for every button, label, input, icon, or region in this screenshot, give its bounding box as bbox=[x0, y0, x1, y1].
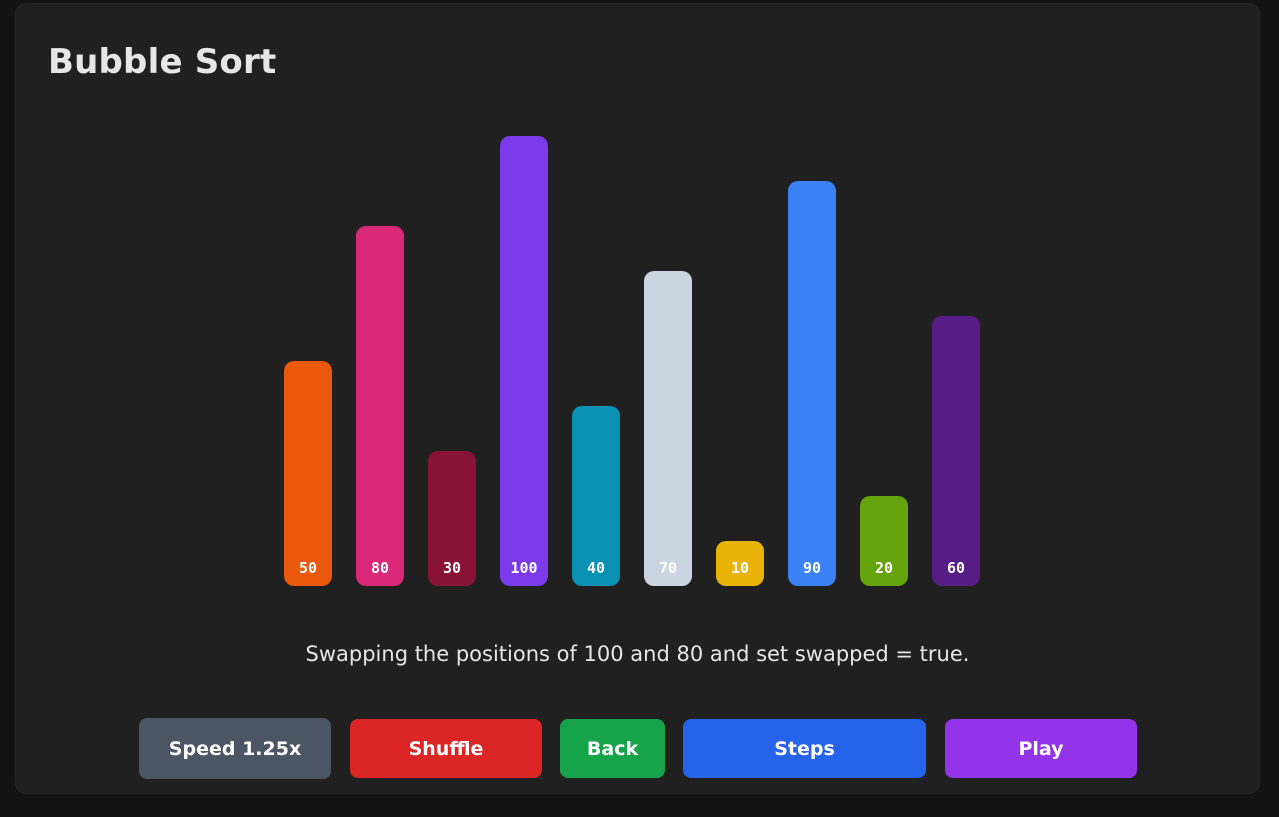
bar-value-label: 30 bbox=[442, 559, 462, 577]
bar-value-label: 20 bbox=[874, 559, 894, 577]
bar-chart: 50 80 30 100 40 70 10 90 20 60 bbox=[16, 4, 1259, 793]
bar-value-label: 10 bbox=[730, 559, 750, 577]
bar-90: 90 bbox=[788, 181, 836, 586]
bar-50: 50 bbox=[284, 361, 332, 586]
bar-10: 10 bbox=[716, 541, 764, 586]
bar-value-label: 40 bbox=[586, 559, 606, 577]
bar-value-label: 80 bbox=[370, 559, 390, 577]
back-button[interactable]: Back bbox=[560, 719, 665, 778]
bar-value-label: 50 bbox=[298, 559, 318, 577]
bar-value-label: 90 bbox=[802, 559, 822, 577]
bar-60: 60 bbox=[932, 316, 980, 586]
bar-value-label: 60 bbox=[946, 559, 966, 577]
bar-20: 20 bbox=[860, 496, 908, 586]
bar-value-label: 70 bbox=[658, 559, 678, 577]
bar-80: 80 bbox=[356, 226, 404, 586]
bar-30: 30 bbox=[428, 451, 476, 586]
speed-button[interactable]: Speed 1.25x bbox=[139, 718, 331, 779]
bar-70: 70 bbox=[644, 271, 692, 586]
bar-100: 100 bbox=[500, 136, 548, 586]
steps-button[interactable]: Steps bbox=[683, 719, 926, 778]
bar-value-label: 100 bbox=[510, 559, 538, 577]
bar-40: 40 bbox=[572, 406, 620, 586]
visualizer-panel: Bubble Sort 50 80 30 100 40 70 10 90 20 60 Swappi… bbox=[16, 4, 1259, 793]
status-message: Swapping the positions of 100 and 80 and… bbox=[305, 642, 970, 666]
shuffle-button[interactable]: Shuffle bbox=[350, 719, 542, 778]
play-button[interactable]: Play bbox=[945, 719, 1137, 778]
